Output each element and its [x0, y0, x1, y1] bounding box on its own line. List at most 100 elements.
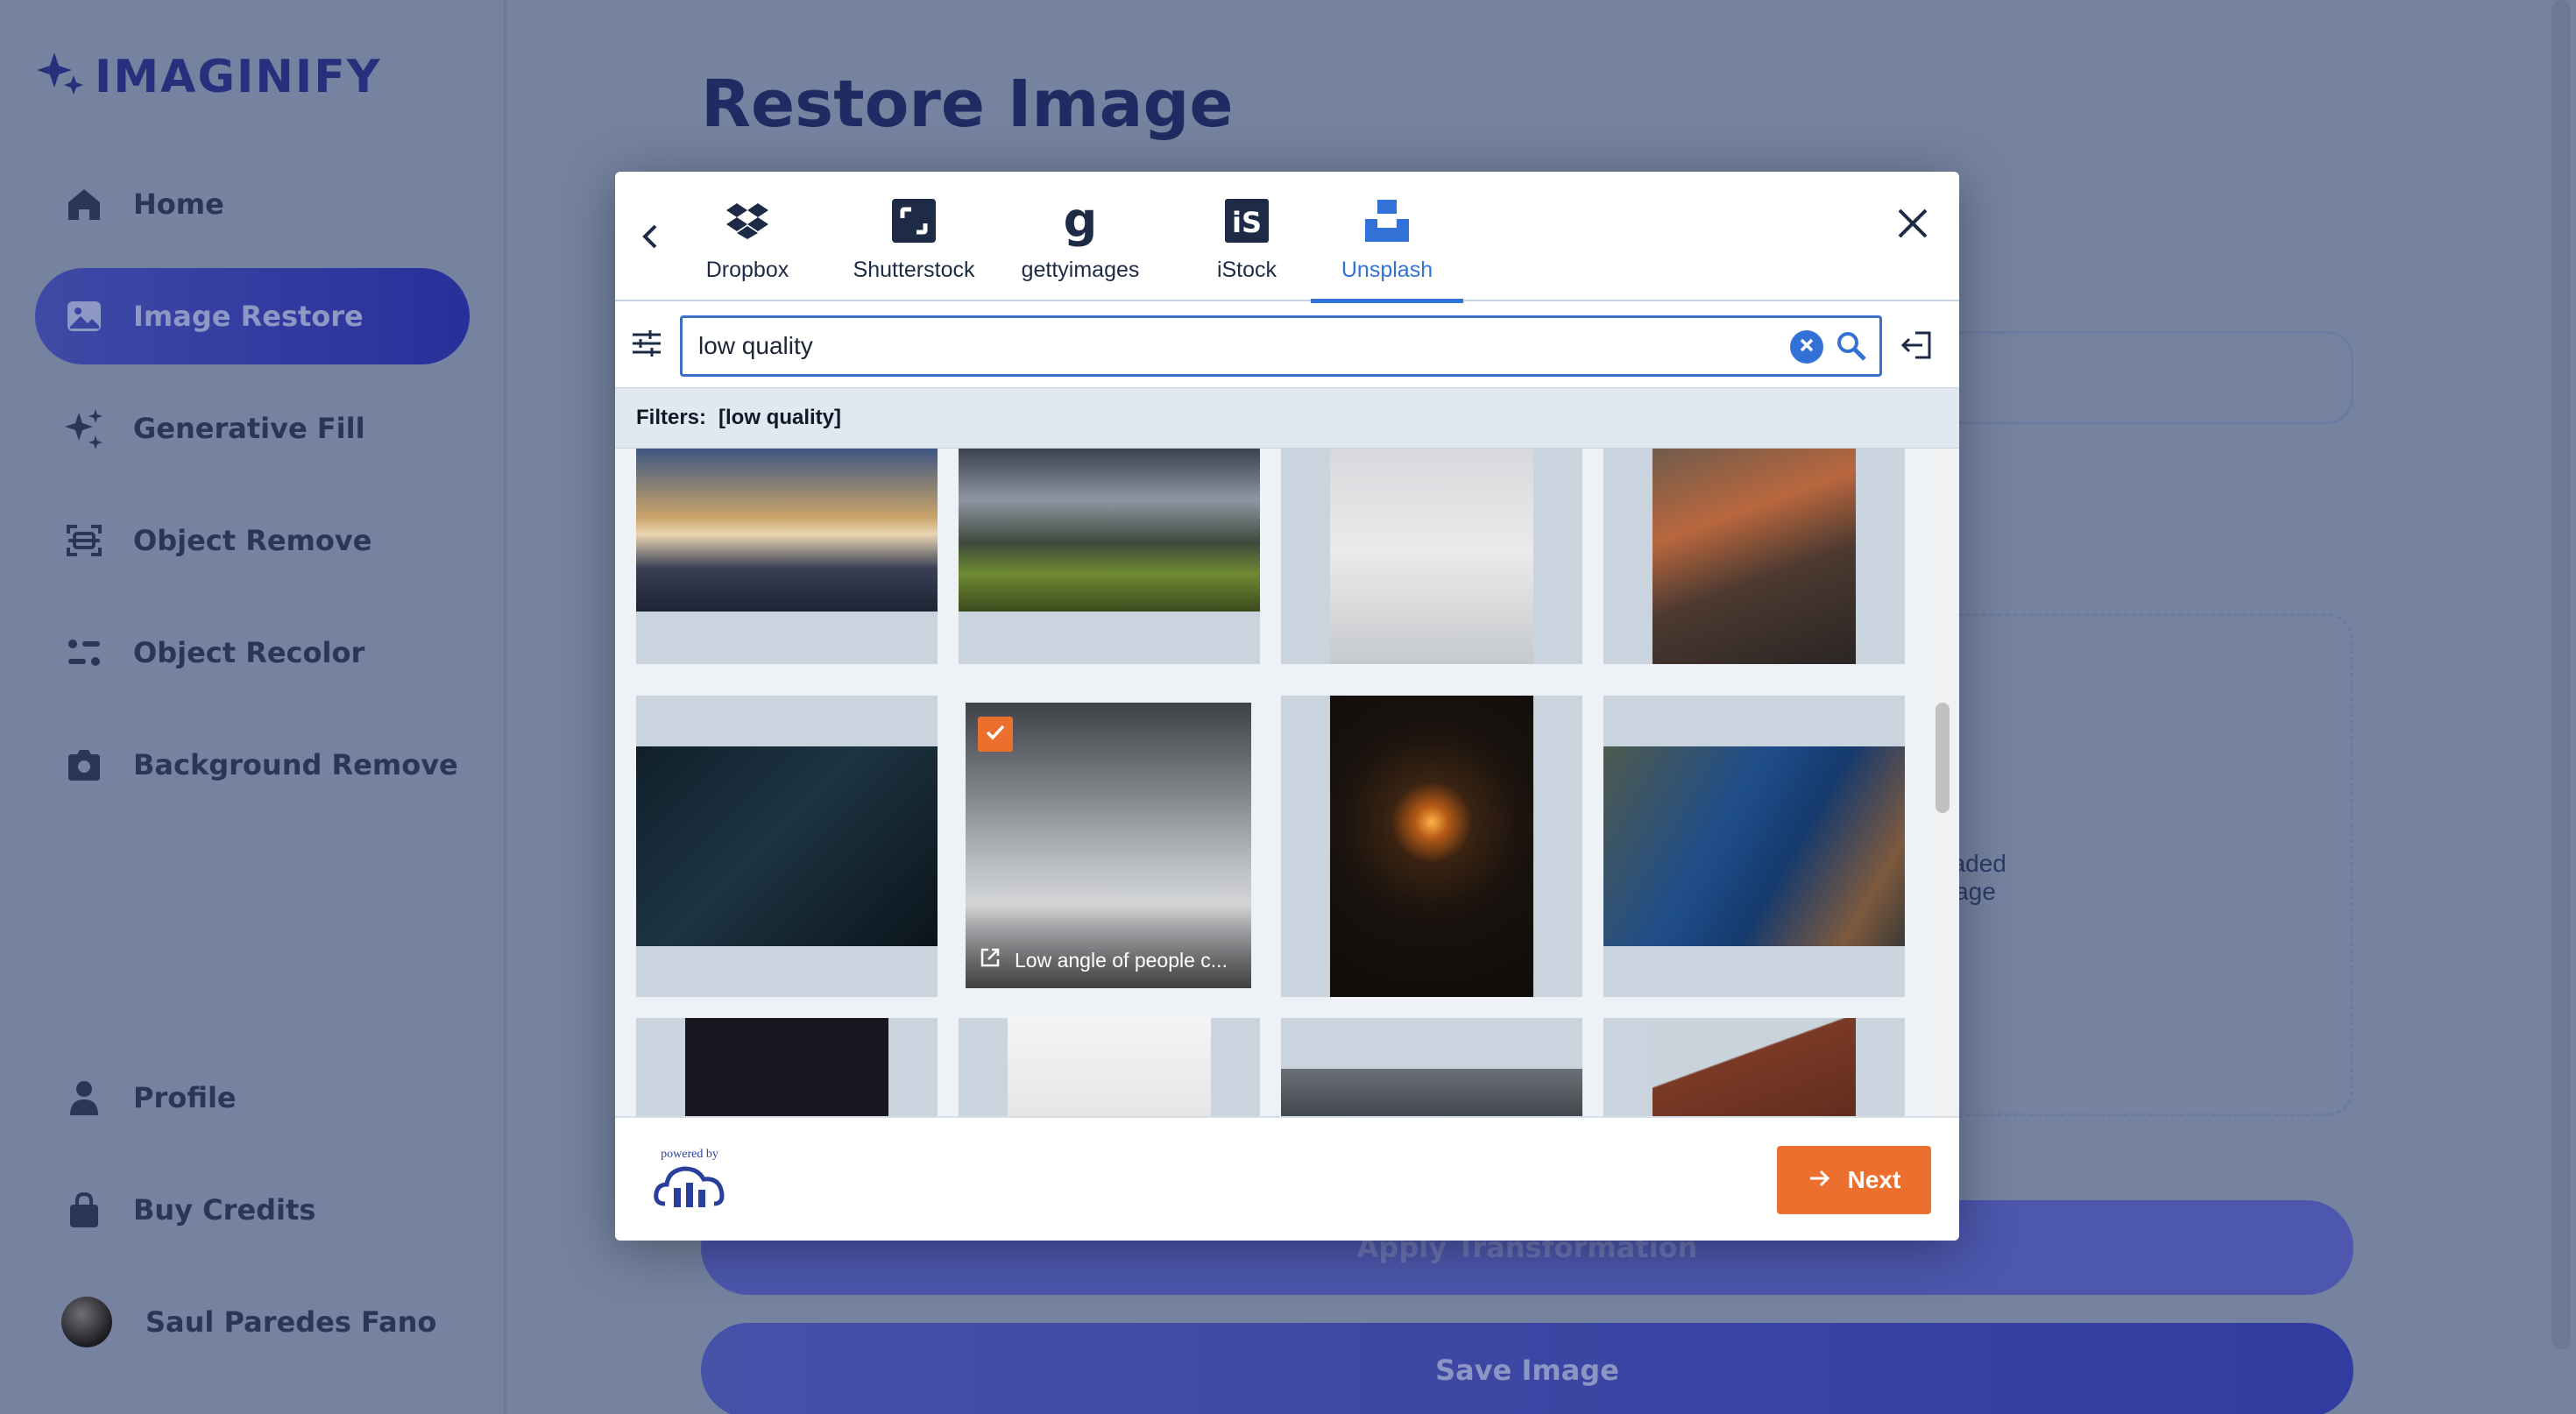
- tab-unsplash[interactable]: Unsplash: [1311, 172, 1463, 303]
- user-name: Saul Paredes Fano: [145, 1305, 437, 1339]
- close-icon: [1893, 209, 1933, 247]
- thumbnail-white-tunnel: [1330, 449, 1533, 664]
- tab-istock[interactable]: iS iStock: [1171, 172, 1323, 301]
- sidebar-nav: Home Image Restore Generative Fill Objec…: [35, 156, 470, 829]
- sidebar-item-label: Profile: [133, 1081, 237, 1114]
- result-tile[interactable]: [636, 1018, 938, 1116]
- page-scrollbar[interactable]: [2551, 0, 2571, 1349]
- scan-icon: [63, 520, 105, 562]
- avatar[interactable]: [61, 1297, 112, 1347]
- result-tile[interactable]: [636, 696, 938, 997]
- sidebar-item-label: Generative Fill: [133, 412, 365, 445]
- title-input-field[interactable]: [1893, 331, 2353, 424]
- sliders-icon: [631, 330, 662, 363]
- clear-icon: [1799, 337, 1815, 357]
- thumbnail-peacock: [1603, 746, 1905, 946]
- external-link-icon[interactable]: [980, 947, 1001, 973]
- sidebar-item-object-remove[interactable]: Object Remove: [35, 492, 470, 589]
- sidebar-item-label: Background Remove: [133, 748, 458, 781]
- selected-checkbox[interactable]: [978, 717, 1013, 752]
- stars-icon: [63, 407, 105, 449]
- result-tile-selected[interactable]: Low angle of people c...: [966, 703, 1251, 988]
- sidebar: IMAGINIFY Home Image Restore Generative …: [0, 0, 506, 1414]
- sidebar-item-image-restore[interactable]: Image Restore: [35, 268, 470, 364]
- shutterstock-icon: [892, 194, 936, 247]
- thumbnail-dark-scene: [685, 1018, 888, 1116]
- caption-text: Low angle of people c...: [1015, 948, 1228, 972]
- app-logo[interactable]: IMAGINIFY: [35, 49, 381, 104]
- source-tabs-bar: Dropbox Shutterstock g gettyimages iS iS…: [615, 172, 1959, 303]
- scrollbar-thumb[interactable]: [1936, 703, 1950, 813]
- chevron-left-icon: [640, 223, 661, 255]
- save-image-button[interactable]: Save Image: [701, 1323, 2353, 1414]
- thumbnail-mountain-sunset: [636, 449, 938, 612]
- search-icon: [1834, 332, 1869, 367]
- back-button[interactable]: [633, 221, 668, 256]
- svg-text:iS: iS: [1232, 206, 1262, 239]
- filter-settings-button[interactable]: [631, 328, 666, 363]
- result-tile[interactable]: [1603, 696, 1905, 997]
- upload-widget-modal: Dropbox Shutterstock g gettyimages iS iS…: [615, 172, 1959, 1241]
- image-results-grid: Low angle of people c...: [615, 449, 1959, 1116]
- home-icon: [63, 183, 105, 225]
- app-name: IMAGINIFY: [95, 50, 382, 103]
- tab-label: Unsplash: [1341, 258, 1433, 282]
- tab-label: Dropbox: [705, 258, 789, 282]
- tab-shutterstock[interactable]: Shutterstock: [838, 172, 990, 301]
- result-tile[interactable]: [1281, 1018, 1582, 1116]
- sidebar-item-generative-fill[interactable]: Generative Fill: [35, 380, 470, 477]
- search-field[interactable]: [680, 315, 1882, 377]
- results-scrollbar[interactable]: [1933, 449, 1952, 1116]
- search-button[interactable]: [1834, 329, 1869, 364]
- result-tile[interactable]: [636, 449, 938, 664]
- bag-icon: [63, 1189, 105, 1231]
- sidebar-item-label: Home: [133, 187, 224, 221]
- thumbnail-moving-train: [1281, 1069, 1582, 1116]
- sidebar-item-background-remove[interactable]: Background Remove: [35, 717, 470, 813]
- image-icon: [63, 295, 105, 337]
- sign-out-button[interactable]: [1900, 328, 1935, 363]
- thumbnail-brick-building: [1652, 1018, 1856, 1116]
- filters-value: [low quality]: [718, 406, 842, 429]
- user-profile[interactable]: Saul Paredes Fano: [35, 1274, 470, 1370]
- filters-label: Filters:: [636, 406, 707, 429]
- gettyimages-icon: g: [1063, 193, 1098, 248]
- search-input[interactable]: [698, 327, 1732, 365]
- sidebar-item-label: Object Recolor: [133, 636, 365, 669]
- tab-gettyimages[interactable]: g gettyimages: [1004, 172, 1157, 301]
- thumbnail-street-vendor: [1652, 449, 1856, 664]
- close-button[interactable]: [1893, 203, 1933, 244]
- result-tile[interactable]: [1281, 449, 1582, 664]
- image-caption[interactable]: Low angle of people c...: [966, 906, 1251, 988]
- sidebar-item-profile[interactable]: Profile: [35, 1050, 470, 1146]
- tab-label: gettyimages: [1021, 258, 1140, 282]
- tab-dropbox[interactable]: Dropbox: [671, 172, 824, 301]
- powered-by-text: powered by: [661, 1148, 718, 1161]
- thumbnail-bright-sky: [1008, 1018, 1211, 1116]
- sidebar-item-object-recolor[interactable]: Object Recolor: [35, 604, 470, 701]
- sidebar-item-label: Object Remove: [133, 524, 372, 557]
- modal-footer: powered by Next: [615, 1116, 1959, 1241]
- thumbnail-light-bulb: [1330, 696, 1533, 997]
- sign-out-icon: [1900, 331, 1935, 366]
- profile-icon: [63, 1077, 105, 1119]
- istock-icon: iS: [1225, 194, 1269, 247]
- check-icon: [984, 721, 1007, 748]
- powered-by-cloudinary[interactable]: powered by: [650, 1148, 729, 1215]
- sparkle-logo-icon: [35, 49, 86, 104]
- result-tile[interactable]: [1603, 449, 1905, 664]
- cloudinary-logo-icon: [653, 1166, 726, 1214]
- clear-search-button[interactable]: [1790, 330, 1823, 364]
- filter-icon: [63, 632, 105, 674]
- sidebar-item-label: Image Restore: [133, 300, 364, 333]
- tab-label: iStock: [1216, 258, 1277, 282]
- result-tile[interactable]: [1603, 1018, 1905, 1116]
- tab-label: Shutterstock: [853, 258, 975, 282]
- result-tile[interactable]: [1281, 696, 1582, 997]
- result-tile[interactable]: [959, 1018, 1260, 1116]
- next-button[interactable]: Next: [1777, 1146, 1931, 1214]
- sidebar-item-home[interactable]: Home: [35, 156, 470, 252]
- result-tile[interactable]: [959, 449, 1260, 664]
- sidebar-item-buy-credits[interactable]: Buy Credits: [35, 1162, 470, 1258]
- sidebar-bottom: Profile Buy Credits Saul Paredes Fano: [35, 1050, 470, 1370]
